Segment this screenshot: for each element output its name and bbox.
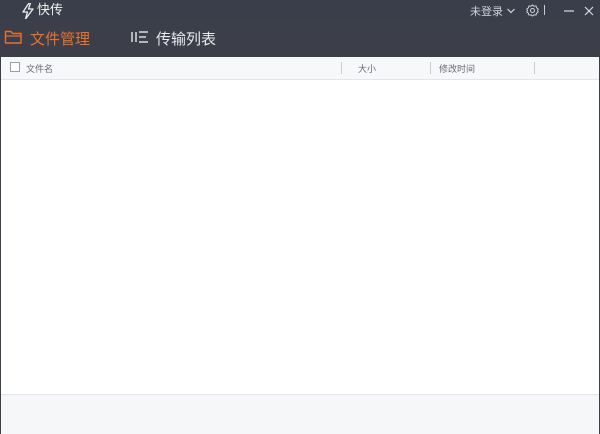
tab-transfer-list[interactable]: 传输列表 [130,21,216,57]
file-list[interactable] [1,80,599,394]
folder-icon [4,29,24,49]
gear-icon [526,4,539,17]
table-header: 文件名 大小 修改时间 [1,57,599,80]
minimize-button[interactable] [561,3,577,19]
minimize-icon [564,10,574,12]
tab-label: 传输列表 [156,30,217,48]
select-all-checkbox[interactable] [10,62,20,72]
tab-bar: 文件管理 传输列表 [0,21,600,77]
close-button[interactable] [581,3,597,19]
column-header-filename[interactable]: 文件名 [26,62,53,75]
title-bar: 快传 未登录 [0,0,600,21]
transfer-list-icon [130,29,150,49]
column-divider[interactable] [430,62,431,74]
login-dropdown[interactable]: 未登录 [470,3,516,19]
app-logo: 快传 [22,2,63,20]
close-icon [584,6,594,16]
app-title: 快传 [37,3,64,18]
lightning-icon [22,3,34,19]
column-divider[interactable] [341,62,342,74]
tab-label: 文件管理 [30,30,91,48]
column-header-modified-time[interactable]: 修改时间 [439,62,475,75]
file-manager-panel: 文件名 大小 修改时间 [1,57,599,434]
chevron-down-icon [506,6,516,16]
column-divider[interactable] [534,62,535,74]
login-label: 未登录 [470,5,503,18]
settings-button[interactable] [526,4,539,17]
status-bar [1,394,599,434]
column-header-size[interactable]: 大小 [358,62,376,75]
tab-file-management[interactable]: 文件管理 [4,21,90,57]
titlebar-separator [544,5,545,15]
